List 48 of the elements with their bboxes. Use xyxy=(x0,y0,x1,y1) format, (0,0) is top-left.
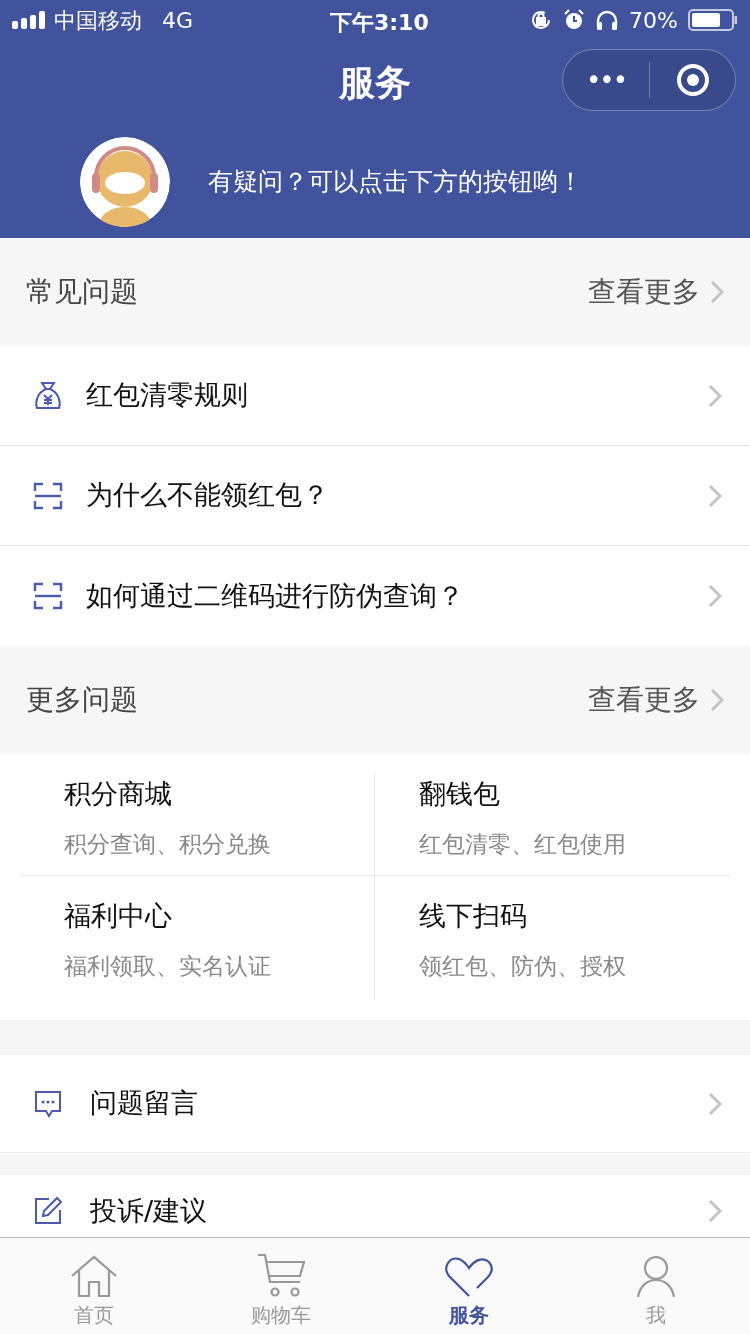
card-subtitle: 积分查询、积分兑换 xyxy=(64,829,272,859)
card-title: 福利中心 xyxy=(64,899,173,933)
row-label: 如何通过二维码进行防伪查询？ xyxy=(86,578,464,613)
card-title: 积分商城 xyxy=(64,777,173,811)
battery-icon xyxy=(688,9,738,31)
close-target-icon[interactable] xyxy=(676,63,710,97)
cart-icon xyxy=(256,1252,307,1298)
card-title: 翻钱包 xyxy=(419,777,501,811)
chevron-right-icon xyxy=(708,383,722,408)
message-icon xyxy=(33,1088,63,1119)
edit-icon xyxy=(33,1196,63,1226)
chevron-right-icon xyxy=(708,1199,722,1223)
row-label: 问题留言 xyxy=(90,1086,198,1121)
card-subtitle: 福利领取、实名认证 xyxy=(64,951,272,981)
page-title: 服务 xyxy=(339,60,411,105)
scan-icon xyxy=(33,581,63,611)
row-label: 为什么不能领红包？ xyxy=(86,478,329,513)
category-card[interactable]: 福利中心 福利领取、实名认证 xyxy=(20,876,375,1000)
card-subtitle: 红包清零、红包使用 xyxy=(419,829,627,859)
more-button[interactable]: ••• xyxy=(563,60,649,100)
category-card[interactable]: 积分商城 积分查询、积分兑换 xyxy=(20,774,375,876)
row-label: 投诉/建议 xyxy=(90,1193,208,1228)
status-time: 下午3:10 xyxy=(330,9,429,37)
chevron-right-icon xyxy=(710,688,724,712)
chevron-right-icon xyxy=(708,483,722,508)
row-label: 红包清零规则 xyxy=(86,378,248,413)
help-prompt: 有疑问？可以点击下方的按钮哟！ xyxy=(208,165,583,198)
tab-item[interactable]: 服务 xyxy=(375,1238,563,1334)
section-title: 更多问题 xyxy=(26,682,138,718)
view-more-link[interactable]: 查看更多 xyxy=(588,271,724,313)
chevron-right-icon xyxy=(708,584,722,608)
alarm-icon xyxy=(563,9,586,31)
chevron-right-icon xyxy=(710,280,724,304)
chevron-right-icon xyxy=(708,1091,722,1116)
network-type: 4G xyxy=(162,6,194,35)
view-more-link[interactable]: 查看更多 xyxy=(588,679,724,721)
section-title: 常见问题 xyxy=(26,274,138,310)
category-card[interactable]: 线下扫码 领红包、防伪、授权 xyxy=(375,876,730,1000)
signal-icon xyxy=(12,11,46,29)
category-card[interactable]: 翻钱包 红包清零、红包使用 xyxy=(375,774,730,876)
carrier-name: 中国移动 xyxy=(54,6,142,35)
headphones-icon xyxy=(595,9,620,31)
battery-percent: 70% xyxy=(629,6,678,35)
person-icon xyxy=(635,1254,678,1298)
money-bag-icon xyxy=(33,379,63,412)
scan-icon xyxy=(33,480,63,511)
card-subtitle: 领红包、防伪、授权 xyxy=(419,951,627,981)
card-title: 线下扫码 xyxy=(419,899,528,933)
